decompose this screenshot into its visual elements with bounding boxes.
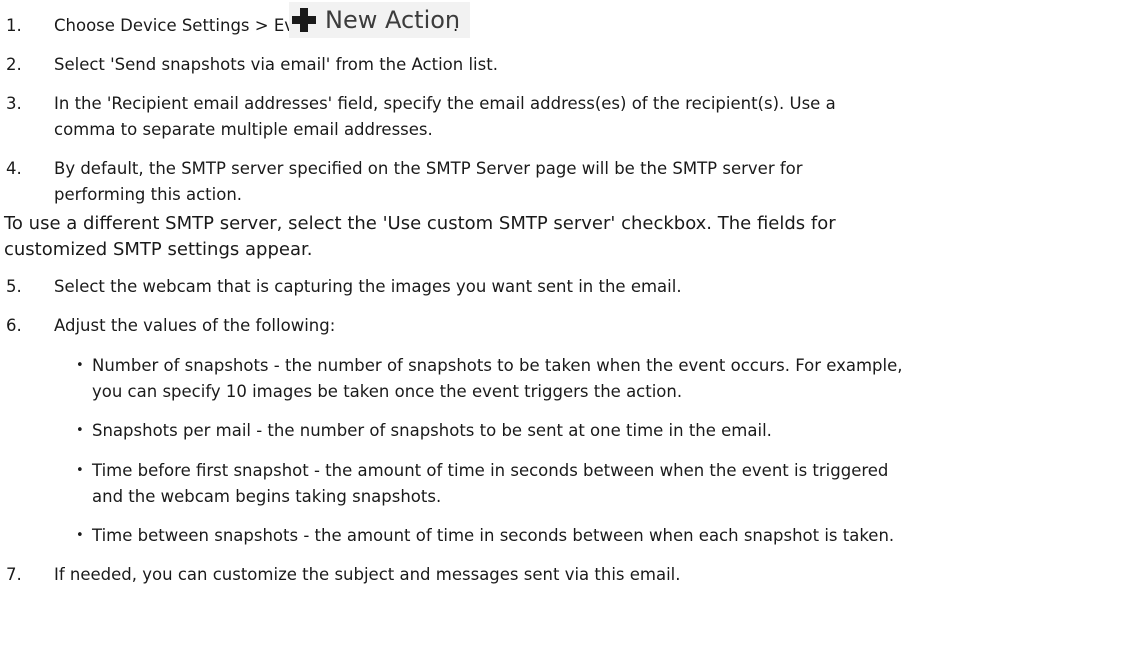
step-number: 3. — [6, 94, 22, 113]
bullet-text-line: Snapshots per mail - the number of snaps… — [92, 421, 772, 440]
bullet-icon: • — [76, 358, 84, 373]
step-text-line: performing this action. — [54, 185, 243, 204]
bullet-text-line: and the webcam begins taking snapshots. — [92, 487, 442, 506]
note-line: customized SMTP settings appear. — [4, 239, 313, 260]
step-text-line: comma to separate multiple email address… — [54, 120, 433, 139]
step-number: 1. — [6, 16, 22, 35]
new-action-button[interactable]: New Action — [289, 2, 471, 38]
bullet-text-line: you can specify 10 images be taken once … — [92, 382, 683, 401]
step-number: 5. — [6, 277, 22, 296]
step-number: 6. — [6, 316, 22, 335]
plus-icon — [291, 7, 317, 33]
step-text: Select 'Send snapshots via email' from t… — [54, 55, 498, 74]
step-number: 4. — [6, 159, 22, 178]
bullet-text-line: Time before first snapshot - the amount … — [92, 461, 889, 480]
step-number: 7. — [6, 565, 22, 584]
bullet-icon: • — [76, 423, 84, 438]
bullet-text-line: Time between snapshots - the amount of t… — [92, 526, 895, 545]
step-text-line: In the 'Recipient email addresses' field… — [54, 94, 836, 113]
step-trailing-punctuation: . — [453, 16, 459, 35]
new-action-label: New Action — [325, 6, 461, 34]
bullet-icon: • — [76, 463, 84, 478]
note-line: To use a different SMTP server, select t… — [4, 213, 836, 234]
step-number: 2. — [6, 55, 22, 74]
step-text: Select the webcam that is capturing the … — [54, 277, 682, 296]
step-text: Adjust the values of the following: — [54, 316, 336, 335]
step-text-line: By default, the SMTP server specified on… — [54, 159, 803, 178]
step-text: If needed, you can customize the subject… — [54, 565, 681, 584]
bullet-text-line: Number of snapshots - the number of snap… — [92, 356, 903, 375]
bullet-icon: • — [76, 528, 84, 543]
